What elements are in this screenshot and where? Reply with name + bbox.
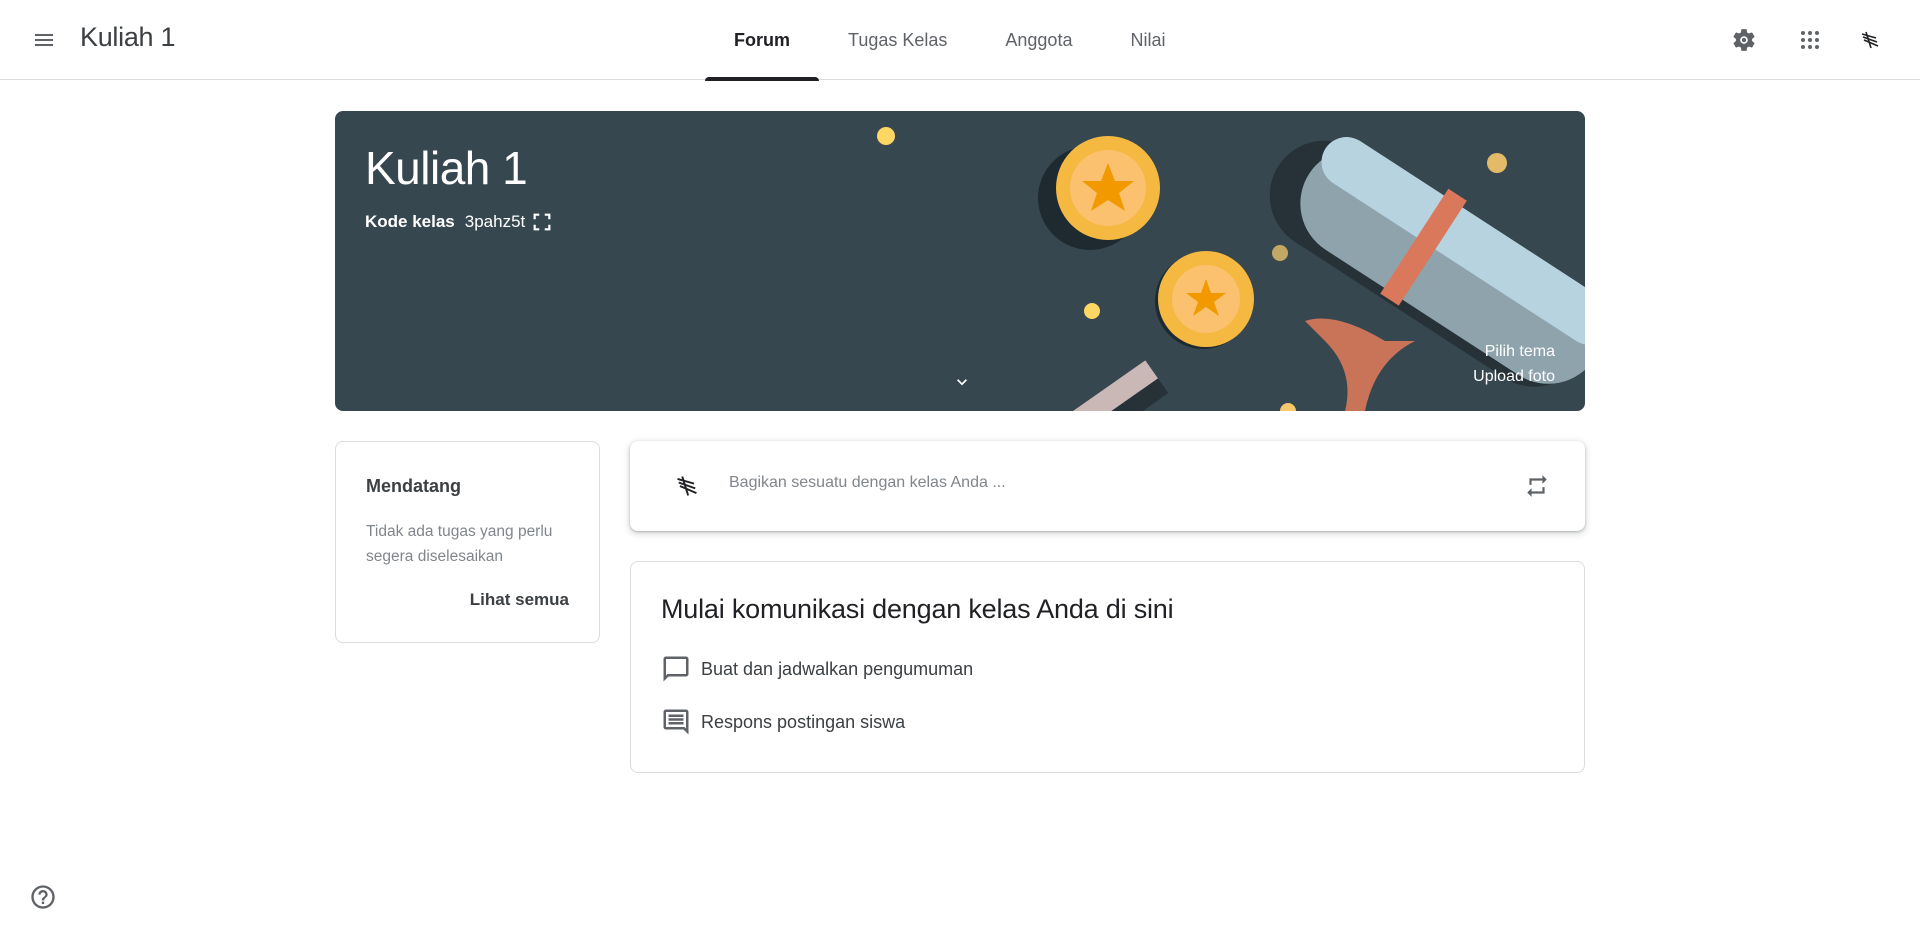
gear-icon[interactable]: [1724, 20, 1764, 60]
top-app-bar: Kuliah 1 Forum Tugas Kelas Anggota Nilai: [0, 0, 1920, 81]
upload-photo-link[interactable]: Upload foto: [1473, 368, 1555, 386]
upcoming-empty-text: Tidak ada tugas yang perlu segera disele…: [366, 523, 553, 565]
repost-icon[interactable]: [1517, 466, 1557, 506]
account-avatar-icon[interactable]: [1850, 20, 1890, 60]
chevron-down-icon[interactable]: [947, 367, 977, 397]
class-banner: Kuliah 1 Kode kelas 3pahz5t Pilih tema U…: [335, 111, 1585, 411]
tab-tugas-kelas[interactable]: Tugas Kelas: [819, 0, 976, 80]
respond-posts-item[interactable]: Respons postingan siswa: [661, 707, 905, 737]
user-avatar-icon: [670, 469, 704, 503]
help-icon[interactable]: [26, 880, 60, 914]
chat-bubble-icon: [663, 656, 689, 682]
apps-grid-icon[interactable]: [1790, 20, 1830, 60]
banner-class-title: Kuliah 1: [365, 142, 528, 194]
class-code-value: 3pahz5t: [464, 212, 526, 231]
announcement-item[interactable]: Buat dan jadwalkan pengumuman: [661, 654, 973, 684]
share-box[interactable]: Bagikan sesuatu dengan kelas Anda ...: [630, 441, 1585, 531]
tab-anggota[interactable]: Anggota: [976, 0, 1101, 80]
view-all-link[interactable]: Lihat semua: [470, 590, 569, 610]
respond-posts-label: Respons postingan siswa: [701, 711, 906, 732]
class-tabs: Forum Tugas Kelas Anggota Nilai: [705, 0, 1194, 81]
upcoming-card: Mendatang Tidak ada tugas yang perlu seg…: [335, 441, 600, 643]
menu-icon[interactable]: [24, 20, 64, 60]
tab-forum[interactable]: Forum: [705, 0, 819, 81]
tab-forum-label: Forum: [734, 29, 790, 50]
share-input[interactable]: Bagikan sesuatu dengan kelas Anda ...: [729, 474, 1429, 492]
communicate-card: Mulai komunikasi dengan kelas Anda di si…: [630, 561, 1585, 773]
comment-lines-icon: [663, 709, 689, 735]
announcement-label: Buat dan jadwalkan pengumuman: [701, 658, 974, 679]
class-code-label: Kode kelas: [365, 212, 455, 231]
class-code-row: Kode kelas 3pahz5t: [365, 211, 553, 233]
tab-nilai[interactable]: Nilai: [1101, 0, 1194, 80]
communicate-title: Mulai komunikasi dengan kelas Anda di si…: [661, 594, 1174, 624]
upcoming-title: Mendatang: [366, 476, 462, 496]
select-theme-link[interactable]: Pilih tema: [1485, 343, 1555, 361]
tab-nilai-label: Nilai: [1130, 29, 1166, 50]
fullscreen-icon[interactable]: [531, 211, 553, 233]
tab-anggota-label: Anggota: [1005, 29, 1073, 50]
class-name-title[interactable]: Kuliah 1: [80, 22, 175, 53]
tab-tugas-kelas-label: Tugas Kelas: [848, 29, 948, 50]
